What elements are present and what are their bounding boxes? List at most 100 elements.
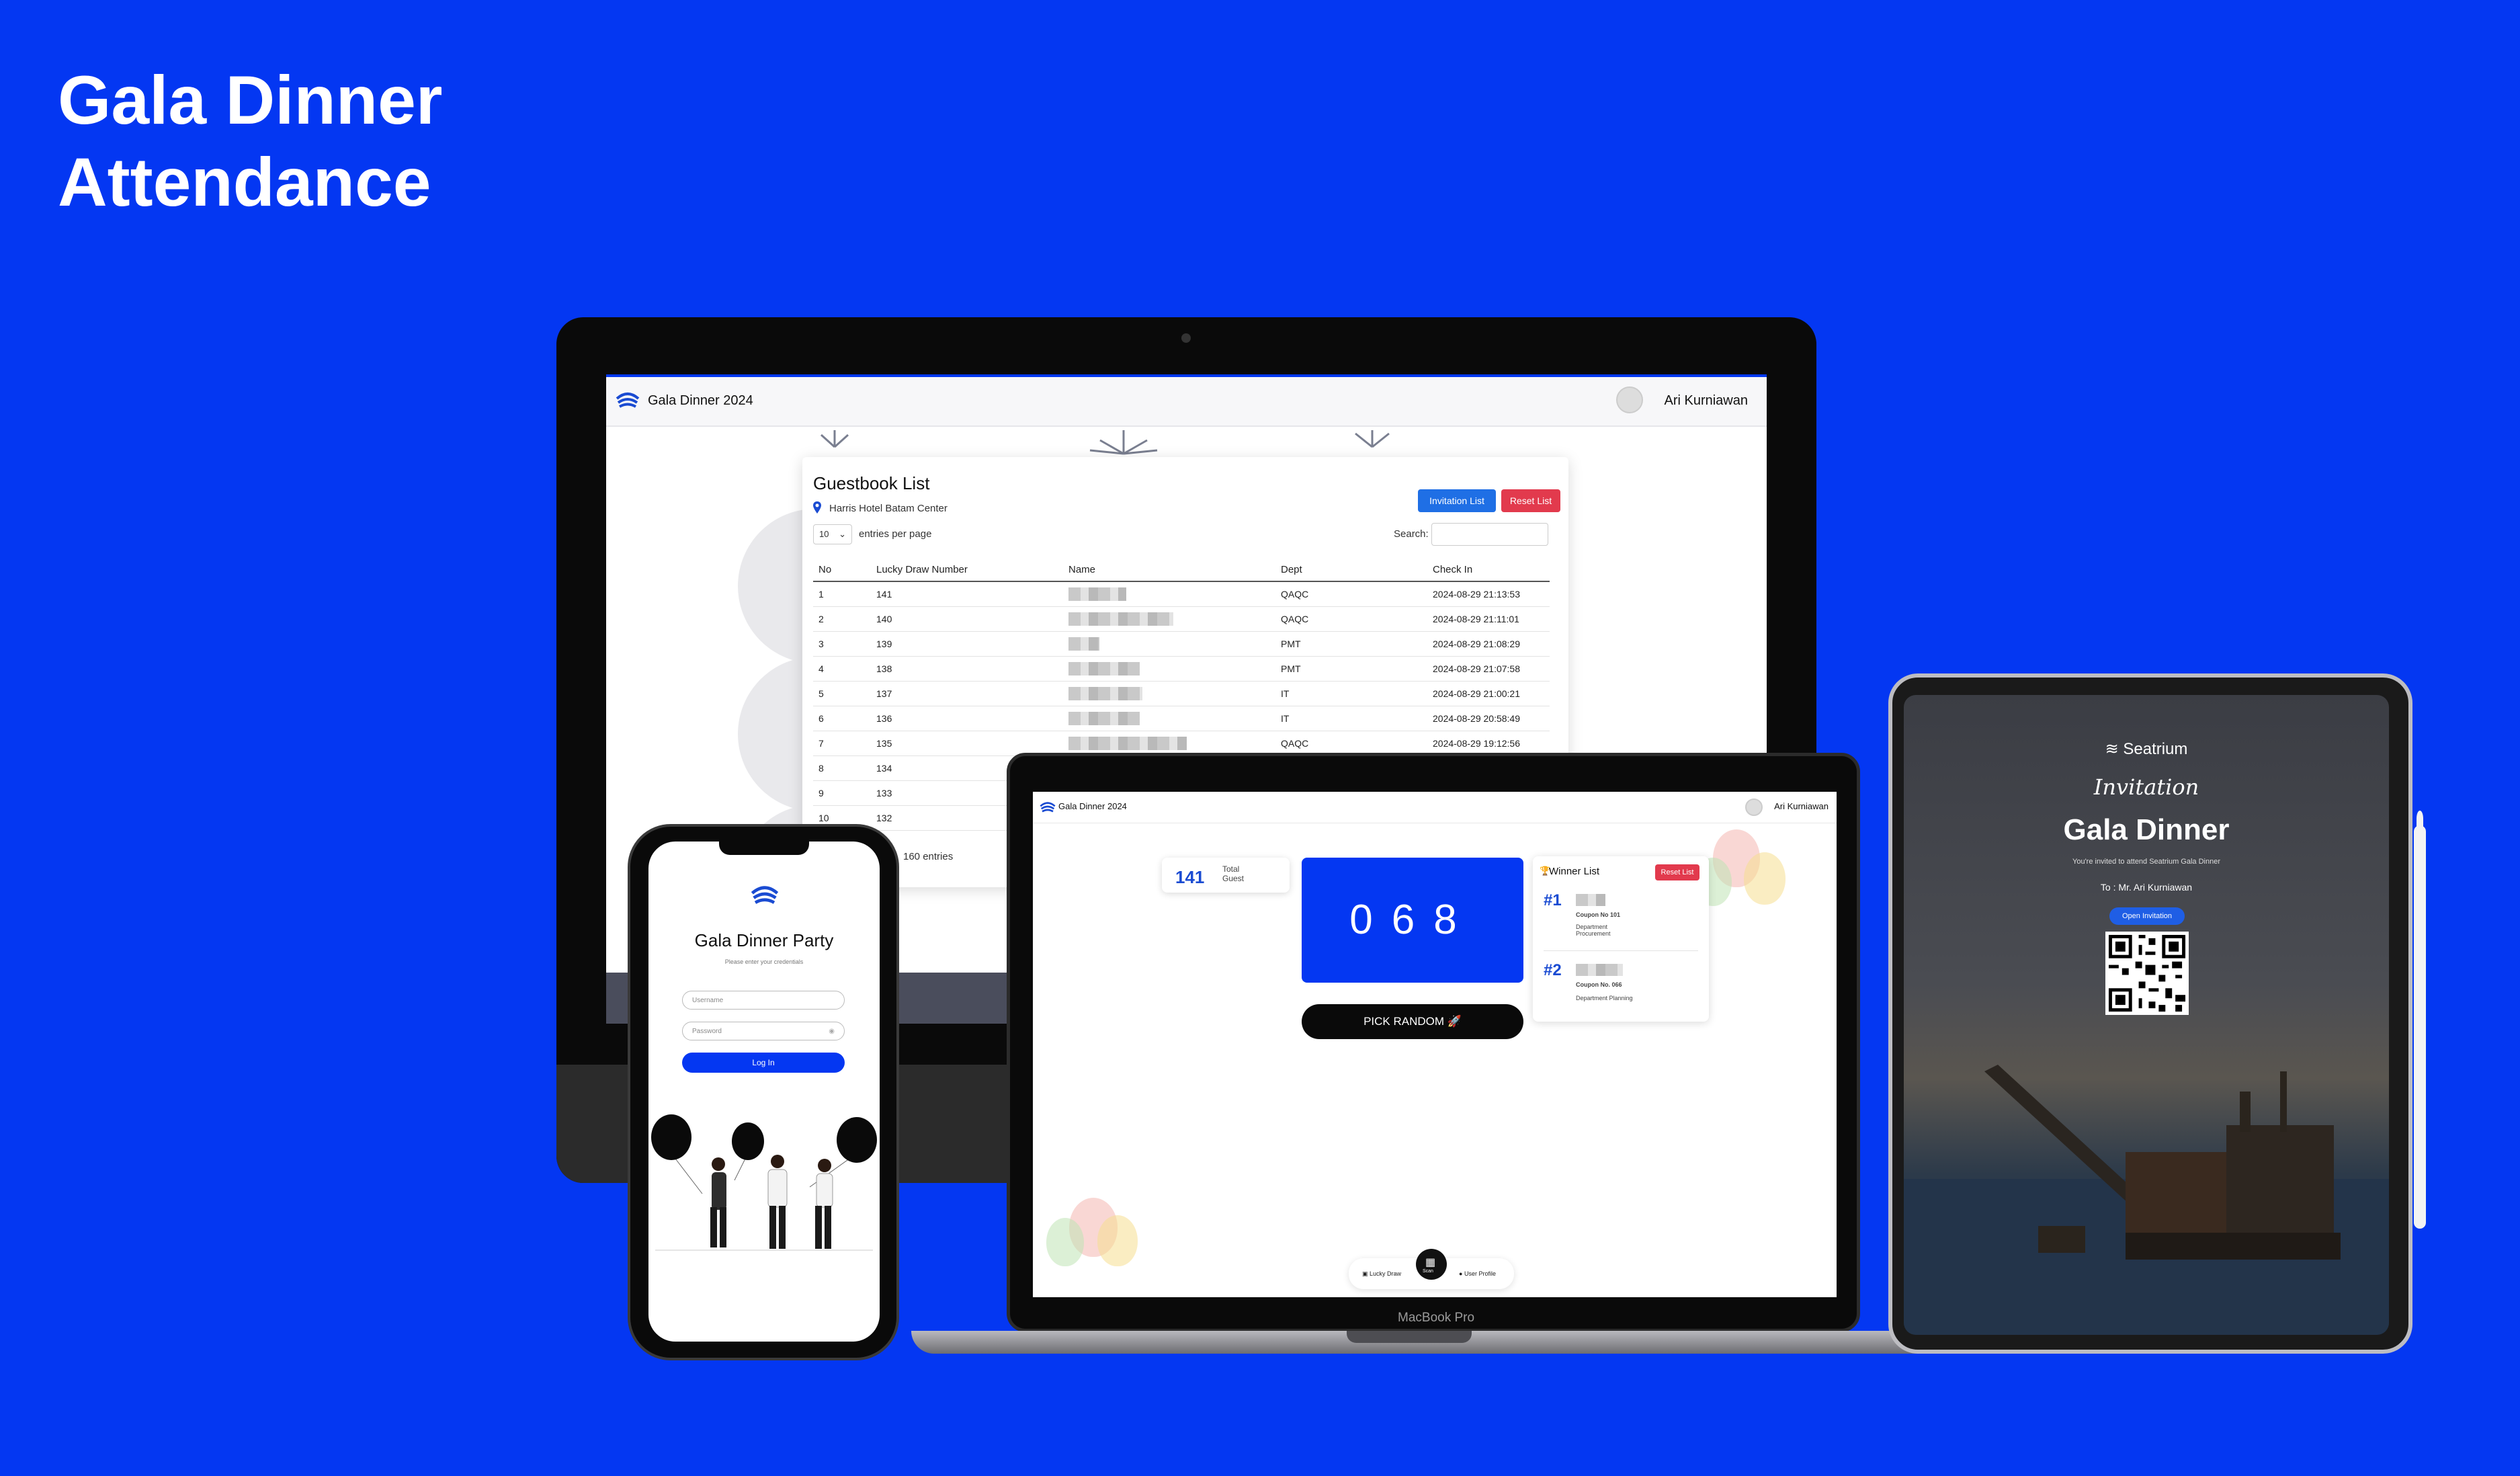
avatar[interactable]	[1745, 798, 1763, 816]
macbook-label: MacBook Pro	[1398, 1311, 1475, 1325]
entries-value: 10	[819, 529, 829, 539]
column-header[interactable]: No	[813, 558, 871, 582]
scan-label: Scan	[1423, 1269, 1433, 1274]
table-row[interactable]: 7 135 QAQC 2024-08-29 19:12:56	[813, 731, 1550, 756]
pick-random-button[interactable]: PICK RANDOM 🚀	[1302, 1004, 1523, 1039]
guestbook-navbar: Gala Dinner 2024 Ari Kurniawan	[606, 374, 1767, 427]
qr-scan-icon: ▦	[1425, 1257, 1436, 1268]
chevron-down-icon: ⌄	[839, 529, 846, 539]
cell-name	[1063, 606, 1275, 632]
user-name[interactable]: Ari Kurniawan	[1664, 393, 1748, 409]
lucky-draw-navbar: Gala Dinner 2024 Ari Kurniawan	[1033, 792, 1837, 823]
cell-lucky: 140	[871, 606, 1063, 632]
invitation-screen: ≋ Seatrium Invitation Gala Dinner You're…	[1904, 695, 2389, 1335]
party-illustration	[651, 1114, 877, 1251]
avatar[interactable]	[1616, 386, 1643, 413]
cell-checkin: 2024-08-29 19:12:56	[1427, 731, 1550, 756]
password-placeholder: Password	[692, 1028, 722, 1035]
password-field[interactable]: Password ◉	[682, 1022, 845, 1040]
entries-per-page-label: entries per page	[859, 528, 932, 540]
imac-camera	[1181, 333, 1191, 343]
table-row[interactable]: 5 137 IT 2024-08-29 21:00:21	[813, 681, 1550, 706]
divider	[1544, 950, 1698, 951]
cell-name	[1063, 656, 1275, 682]
invitation-title: Gala Dinner	[2063, 813, 2230, 846]
table-row[interactable]: 4 138 PMT 2024-08-29 21:07:58	[813, 656, 1550, 682]
table-row[interactable]: 6 136 IT 2024-08-29 20:58:49	[813, 706, 1550, 731]
cell-lucky: 137	[871, 681, 1063, 706]
invitation-subtitle: You're invited to attend Seatrium Gala D…	[2072, 858, 2220, 866]
search-input[interactable]	[1431, 523, 1548, 546]
lucky-draw-nav-label: Lucky Draw	[1370, 1270, 1402, 1277]
winner-list-title: Winner List	[1549, 866, 1600, 877]
app-title[interactable]: Gala Dinner 2024	[648, 393, 753, 409]
cell-no: 2	[813, 606, 871, 632]
ticket-icon: ▣	[1362, 1270, 1368, 1277]
redacted-name	[1068, 587, 1126, 601]
winner-reset-button[interactable]: Reset List	[1655, 864, 1699, 880]
table-row[interactable]: 3 139 PMT 2024-08-29 21:08:29	[813, 631, 1550, 657]
seatrium-logo-icon	[751, 882, 779, 906]
entries-footer: 160 entries	[903, 851, 954, 862]
cell-no: 7	[813, 731, 871, 756]
winner-rank: #1	[1544, 891, 1562, 909]
cell-dept: IT	[1275, 706, 1427, 731]
winner-dept: Department Planning	[1576, 995, 1633, 1001]
cell-checkin: 2024-08-29 21:08:29	[1427, 631, 1550, 657]
hero-title: Gala Dinner Attendance	[58, 59, 443, 223]
lucky-draw-nav[interactable]: ▣ Lucky Draw	[1362, 1270, 1401, 1278]
balloon-decor	[1046, 1218, 1084, 1266]
cell-name	[1063, 706, 1275, 731]
qr-code	[2105, 932, 2189, 1015]
table-row[interactable]: 1 141 QAQC 2024-08-29 21:13:53	[813, 581, 1550, 607]
total-guest-label: Total Guest	[1222, 864, 1245, 883]
balloon-decor	[1744, 852, 1786, 905]
redacted-name	[1068, 712, 1140, 725]
user-name[interactable]: Ari Kurniawan	[1774, 801, 1829, 811]
column-header[interactable]: Name	[1063, 558, 1275, 582]
login-button[interactable]: Log In	[682, 1053, 845, 1073]
redacted-name	[1068, 612, 1173, 626]
cell-lucky: 138	[871, 656, 1063, 682]
app-title[interactable]: Gala Dinner 2024	[1058, 801, 1127, 811]
winner-dept: Department Procurement	[1576, 924, 1611, 937]
user-profile-nav-label: User Profile	[1464, 1270, 1496, 1277]
cell-dept: PMT	[1275, 631, 1427, 657]
redacted-name	[1576, 964, 1623, 976]
offshore-rig-image	[1904, 1065, 2389, 1335]
cell-checkin: 2024-08-29 20:58:49	[1427, 706, 1550, 731]
cell-name	[1063, 731, 1275, 756]
login-title: Gala Dinner Party	[694, 930, 834, 950]
invitation-recipient: To : Mr. Ari Kurniawan	[2100, 882, 2193, 893]
cell-no: 3	[813, 631, 871, 657]
table-row[interactable]: 2 140 QAQC 2024-08-29 21:11:01	[813, 606, 1550, 632]
column-header[interactable]: Check In	[1427, 558, 1550, 582]
login-subtitle: Please enter your credentials	[724, 958, 804, 965]
winner-coupon: Coupon No. 066	[1576, 981, 1622, 988]
cell-no: 5	[813, 681, 871, 706]
cell-dept: PMT	[1275, 656, 1427, 682]
seatrium-brand-label: Seatrium	[2123, 740, 2188, 758]
lucky-draw-screen: Gala Dinner 2024 Ari Kurniawan 141 Total…	[1033, 792, 1837, 1297]
user-profile-nav[interactable]: ● User Profile	[1459, 1270, 1496, 1277]
apple-pencil	[2414, 825, 2426, 1229]
balloon-decor	[1097, 1215, 1138, 1266]
fireworks-icon	[820, 430, 1390, 455]
column-header[interactable]: Lucky Draw Number	[871, 558, 1063, 582]
open-invitation-button[interactable]: Open Invitation	[2109, 907, 2185, 925]
entries-select[interactable]: 10 ⌄	[813, 524, 852, 544]
hero-title-line2: Attendance	[58, 144, 431, 220]
column-header[interactable]: Dept	[1275, 558, 1427, 582]
scan-button[interactable]: ▦ Scan	[1416, 1249, 1447, 1280]
reset-list-button[interactable]: Reset List	[1501, 489, 1560, 512]
login-screen: Gala Dinner Party Please enter your cred…	[648, 842, 880, 1342]
invitation-list-button[interactable]: Invitation List	[1418, 489, 1496, 512]
username-field[interactable]: Username	[682, 991, 845, 1010]
cell-checkin: 2024-08-29 21:13:53	[1427, 581, 1550, 607]
cell-checkin: 2024-08-29 21:07:58	[1427, 656, 1550, 682]
total-guest-card: 141 Total Guest	[1162, 858, 1290, 893]
redacted-name	[1576, 894, 1605, 906]
eye-icon[interactable]: ◉	[829, 1028, 835, 1035]
cell-no: 8	[813, 755, 871, 781]
cell-checkin: 2024-08-29 21:11:01	[1427, 606, 1550, 632]
